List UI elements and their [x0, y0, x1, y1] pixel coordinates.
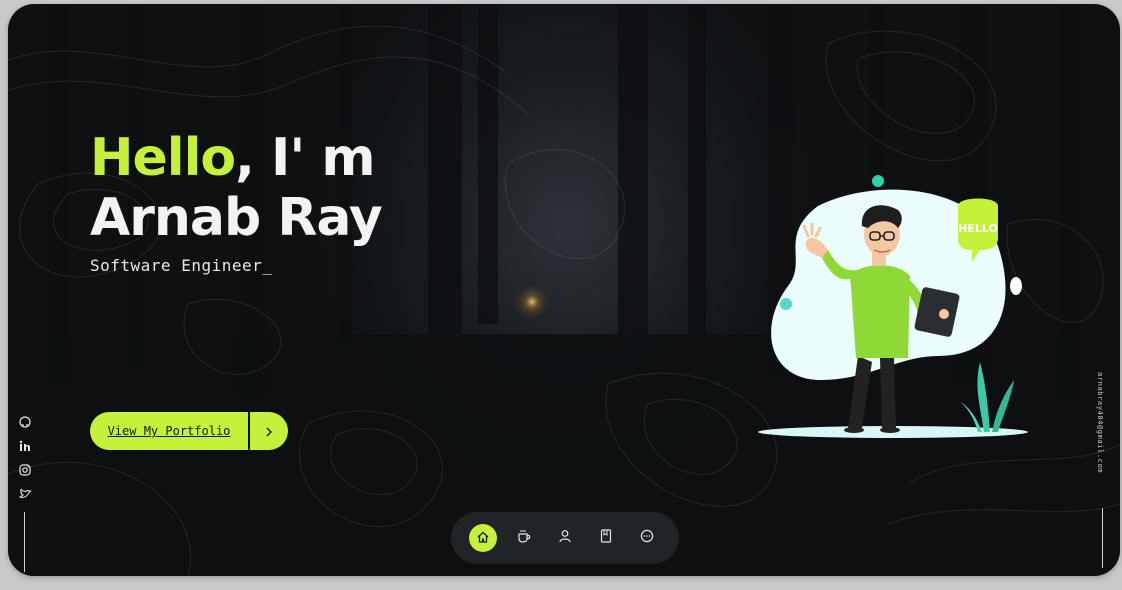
hero-heading: Hello, I' m Arnab Ray	[90, 128, 383, 248]
linkedin-icon[interactable]	[18, 438, 32, 452]
twitter-icon[interactable]	[18, 486, 33, 500]
book-icon	[598, 528, 614, 548]
chevron-right-icon	[264, 422, 274, 441]
view-portfolio-arrow-button[interactable]	[250, 412, 288, 450]
coffee-icon	[516, 528, 532, 548]
user-icon	[557, 528, 573, 548]
app-window: Hello, I' m Arnab Ray Software Engineer_…	[8, 4, 1120, 576]
chat-icon	[639, 528, 655, 548]
hero-role: Software Engineer_	[90, 256, 273, 275]
home-icon	[476, 529, 490, 548]
github-icon[interactable]	[18, 414, 32, 428]
nav-about-button[interactable]	[551, 524, 579, 552]
hero-section: Hello, I' m Arnab Ray Software Engineer_	[90, 128, 383, 275]
social-links	[18, 414, 33, 500]
nav-home-button[interactable]	[469, 524, 497, 552]
view-portfolio-cta: View My Portfolio	[90, 412, 288, 450]
nav-contact-button[interactable]	[633, 524, 661, 552]
bottom-nav-dock	[451, 512, 679, 564]
contact-email[interactable]: arnabray404@gmail.com	[1090, 372, 1104, 492]
instagram-icon[interactable]	[18, 462, 32, 476]
nav-coffee-button[interactable]	[510, 524, 538, 552]
speech-bubble-text: HELLO	[958, 222, 998, 235]
social-divider-line	[24, 512, 25, 572]
hero-greeting-rest: , I' m	[235, 128, 375, 188]
email-divider-line	[1102, 508, 1103, 568]
hero-greeting-highlight: Hello	[90, 128, 236, 188]
hero-name: Arnab Ray	[90, 188, 383, 248]
developer-illustration: HELLO	[758, 175, 1028, 438]
nav-portfolio-button[interactable]	[592, 524, 620, 552]
view-portfolio-button[interactable]: View My Portfolio	[90, 412, 248, 450]
